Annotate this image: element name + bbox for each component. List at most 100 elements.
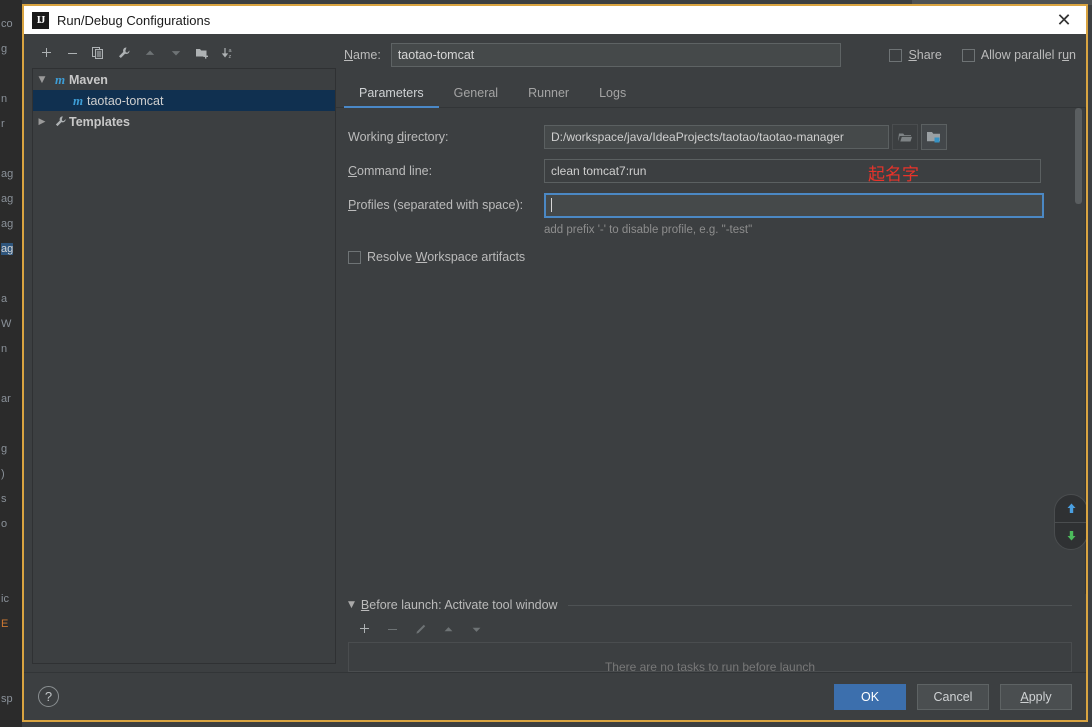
parameters-form: Working directory: D:/workspace/java/Ide… [336, 108, 1086, 594]
profiles-label: Profiles (separated with space): [348, 198, 524, 212]
allow-parallel-run-checkbox-box[interactable] [961, 48, 975, 62]
command-line-input[interactable]: clean tomcat7:run [544, 159, 1041, 183]
allow-parallel-run-label: Allow parallel run [980, 48, 1076, 62]
name-label: Name: [344, 48, 381, 62]
name-input[interactable] [390, 43, 841, 67]
resolve-workspace-artifacts-box[interactable] [348, 250, 361, 264]
svg-text:z: z [228, 54, 231, 60]
sort-configurations-button[interactable]: a z [216, 42, 240, 64]
background-text-fragment: ic [1, 593, 9, 605]
profiles-row: Profiles (separated with space): [336, 188, 1085, 222]
move-up-button[interactable] [138, 42, 162, 64]
dialog-title: Run/Debug Configurations [57, 12, 211, 28]
configurations-toolbar: a z [32, 40, 336, 66]
create-folder-button[interactable] [190, 42, 214, 64]
background-text-fragment: ag [1, 193, 14, 205]
collapse-arrow-icon[interactable]: ▶ [33, 117, 51, 127]
dialog-button-bar: ? OK Cancel Apply [24, 672, 1086, 720]
tab-general[interactable]: General [439, 86, 513, 107]
before-launch-expand-arrow-icon[interactable]: ▼ [348, 600, 355, 610]
tree-item-maven[interactable]: ▼ m Maven [33, 69, 335, 90]
move-down-button[interactable] [164, 42, 188, 64]
background-text-fragment: ag [1, 218, 14, 230]
wrench-icon [51, 115, 69, 128]
share-label: Share [908, 48, 942, 62]
resolve-workspace-artifacts-label: Resolve Workspace artifacts [367, 250, 526, 264]
ide-background-editor-strip: co g n r ag ag ag ag a Wn ar g) s o ic Esp [0, 0, 22, 727]
cancel-button[interactable]: Cancel [917, 683, 989, 710]
task-move-down-button[interactable] [464, 618, 488, 640]
add-configuration-button[interactable] [34, 42, 58, 64]
apply-button[interactable]: Apply [1000, 683, 1072, 710]
before-launch-title: Before launch: Activate tool window [360, 598, 558, 612]
tab-parameters[interactable]: Parameters [344, 86, 439, 108]
background-text-fragment: W [1, 318, 12, 330]
tree-item-templates[interactable]: ▶ Templates [33, 111, 335, 132]
name-row: Name: Share Allow parallel run [336, 34, 1086, 76]
configurations-panel: a z ▼ m Maven m taotao-tomcat ▶ Template… [24, 34, 336, 672]
task-move-up-button[interactable] [436, 618, 460, 640]
background-text-fragment: g [1, 43, 8, 55]
command-line-label: Command line: [348, 164, 433, 178]
text-caret [551, 198, 552, 212]
add-task-button[interactable] [352, 618, 376, 640]
before-launch-divider [567, 604, 1072, 606]
remove-configuration-button[interactable] [60, 42, 84, 64]
background-text-fragment: n [1, 93, 8, 105]
ok-button[interactable]: OK [834, 683, 906, 710]
run-debug-configurations-dialog: IJ Run/Debug Configurations ✕ a z ▼ m Ma… [22, 4, 1088, 722]
background-text-fragment: E [1, 618, 9, 630]
copy-configuration-button[interactable] [86, 42, 110, 64]
intellij-logo-icon: IJ [32, 11, 49, 29]
configurations-tree[interactable]: ▼ m Maven m taotao-tomcat ▶ Templates [32, 68, 336, 664]
profiles-input[interactable] [544, 192, 1044, 218]
background-text-fragment: o [1, 518, 8, 530]
expand-arrow-icon[interactable]: ▼ [33, 75, 51, 85]
dialog-titlebar: IJ Run/Debug Configurations ✕ [24, 6, 1086, 34]
before-launch-header[interactable]: ▼ Before launch: Activate tool window [348, 594, 1086, 616]
background-text-fragment: ar [1, 393, 11, 405]
editor-tabs: Parameters General Runner Logs [336, 76, 1086, 108]
help-button[interactable]: ? [38, 686, 59, 707]
before-launch-empty-text: There are no tasks to run before launch [604, 660, 816, 672]
before-launch-section: ▼ Before launch: Activate tool window Th… [336, 594, 1086, 672]
share-checkbox-box[interactable] [889, 48, 903, 62]
tree-item-label: Maven [69, 72, 108, 87]
background-text-fragment: r [1, 118, 5, 130]
tree-item-label: taotao-tomcat [87, 93, 164, 108]
working-directory-input[interactable]: D:/workspace/java/IdeaProjects/taotao/ta… [544, 125, 889, 149]
tab-runner[interactable]: Runner [513, 86, 584, 107]
before-launch-task-list[interactable]: There are no tasks to run before launch [348, 642, 1072, 672]
form-scrollbar-thumb[interactable] [1075, 108, 1082, 204]
wrench-icon[interactable] [112, 42, 136, 64]
background-text-fragment: s [1, 493, 7, 505]
background-text-fragment: ag [1, 243, 14, 255]
close-icon[interactable]: ✕ [1042, 6, 1086, 34]
profiles-hint: add prefix '-' to disable profile, e.g. … [544, 224, 753, 236]
background-text-fragment: co [1, 18, 13, 30]
maven-m-icon: m [54, 71, 66, 87]
remove-task-button[interactable] [380, 618, 404, 640]
tab-logs[interactable]: Logs [584, 86, 641, 107]
scroll-down-icon[interactable] [1054, 523, 1086, 550]
tree-item-label: Templates [69, 114, 130, 129]
dialog-content: a z ▼ m Maven m taotao-tomcat ▶ Template… [24, 34, 1086, 672]
background-text-fragment: sp [1, 693, 13, 705]
scroll-up-icon[interactable] [1054, 495, 1086, 522]
background-text-fragment: ) [1, 468, 5, 480]
scroll-widget[interactable] [1054, 494, 1086, 550]
maven-m-icon: m [72, 92, 84, 108]
background-text-fragment: a [1, 293, 8, 305]
working-directory-label: Working directory: [348, 130, 449, 144]
dialog-body: a z ▼ m Maven m taotao-tomcat ▶ Template… [24, 34, 1086, 720]
command-line-row: Command line: clean tomcat7:run [336, 154, 1085, 188]
folder-open-icon[interactable] [892, 124, 918, 150]
allow-parallel-run-checkbox[interactable]: Allow parallel run [961, 48, 1076, 62]
share-checkbox[interactable]: Share [889, 48, 942, 62]
tree-item-taotao-tomcat[interactable]: m taotao-tomcat [33, 90, 335, 111]
background-text-fragment: g [1, 443, 8, 455]
before-launch-toolbar [348, 616, 1086, 642]
pencil-icon[interactable] [408, 618, 432, 640]
folder-module-icon[interactable] [921, 124, 947, 150]
resolve-workspace-artifacts-checkbox[interactable]: Resolve Workspace artifacts [336, 250, 1085, 264]
